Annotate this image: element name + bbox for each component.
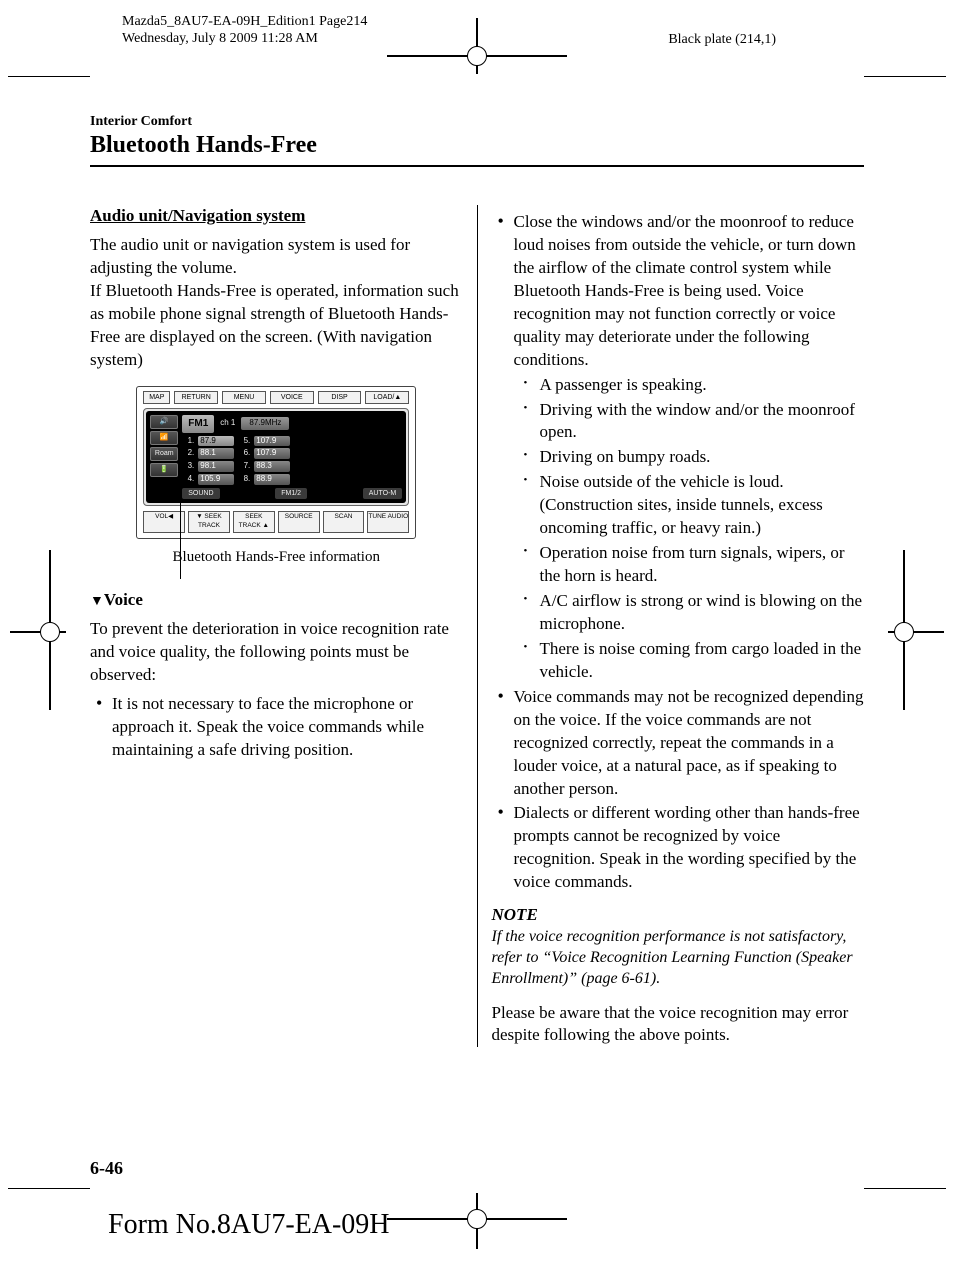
section-heading: Interior Comfort Bluetooth Hands-Free (90, 114, 864, 167)
radio-btn-tune: TUNE AUDIO (367, 511, 409, 533)
bullet-voice-not-recognized: Voice commands may not be recognized dep… (492, 686, 865, 801)
radio-figure: MAP RETURN MENU VOICE DISP LOAD/▲ 🔊 📶 Ro (136, 386, 416, 539)
bullet-dialects: Dialects or different wording other than… (492, 802, 865, 894)
registration-mark-left (10, 620, 66, 644)
page-area: Interior Comfort Bluetooth Hands-Free Au… (90, 76, 864, 1189)
heading-rule (90, 165, 864, 167)
form-number: Form No.8AU7-EA-09H (108, 1209, 390, 1241)
crop-mark (864, 76, 946, 77)
battery-icon: 🔋 (150, 463, 178, 477)
voice-bullets-right: Close the windows and/or the moonroof to… (492, 211, 865, 894)
callout-line (180, 448, 181, 579)
bt-info-icons: 🔊 📶 Roam 🔋 (150, 415, 178, 499)
registration-mark-bottom (467, 1193, 487, 1249)
sub-bumpy: Driving on bumpy roads. (514, 446, 865, 469)
audio-nav-para: The audio unit or navigation system is u… (90, 234, 463, 372)
roam-icon: Roam (150, 447, 178, 461)
voice-bullets-left: It is not necessary to face the micropho… (90, 693, 463, 762)
radio-btn-seek-up: SEEK TRACK ▲ (233, 511, 275, 533)
sub-window-open: Driving with the window and/or the moonr… (514, 399, 865, 445)
sound-label: SOUND (182, 488, 219, 499)
radio-btn-map: MAP (143, 391, 170, 404)
volume-icon: 🔊 (150, 415, 178, 429)
sub-cargo-noise: There is noise coming from cargo loaded … (514, 638, 865, 684)
section-small: Interior Comfort (90, 114, 864, 130)
page-number: 6-46 (90, 1158, 123, 1179)
fm-toggle-label: FM1/2 (275, 488, 307, 499)
freq-label: 87.9MHz (241, 417, 289, 430)
doc-id-line: Mazda5_8AU7-EA-09H_Edition1 Page214 (122, 14, 367, 31)
radio-btn-menu: MENU (222, 391, 266, 404)
crop-mark (8, 76, 90, 77)
radio-btn-disp: DISP (318, 391, 362, 404)
sub-passenger: A passenger is speaking. (514, 374, 865, 397)
bullet-face-mic: It is not necessary to face the micropho… (90, 693, 463, 762)
left-column: Audio unit/Navigation system The audio u… (90, 205, 477, 1047)
radio-top-buttons: MAP RETURN MENU VOICE DISP LOAD/▲ (139, 389, 413, 406)
print-meta: Mazda5_8AU7-EA-09H_Edition1 Page214 Wedn… (122, 14, 367, 48)
radio-btn-scan: SCAN (323, 511, 365, 533)
radio-btn-source: SOURCE (278, 511, 320, 533)
voice-subhead: ▼Voice (90, 589, 463, 612)
sub-ac-airflow: A/C airflow is strong or wind is blowing… (514, 590, 865, 636)
radio-btn-vol: VOL◀ (143, 511, 185, 533)
date-line: Wednesday, July 8 2009 11:28 AM (122, 31, 367, 48)
registration-mark-top (467, 18, 487, 74)
registration-mark-right (888, 620, 944, 644)
preset-grid: 1.87.9 5.107.9 2.88.1 6.107.9 3.98.1 7.8… (182, 436, 402, 485)
conditions-sublist: A passenger is speaking. Driving with th… (514, 374, 865, 684)
crop-mark (8, 1188, 90, 1189)
note-head: NOTE (492, 904, 865, 927)
radio-btn-load: LOAD/▲ (365, 391, 409, 404)
plate-info: Black plate (214,1) (668, 32, 776, 48)
band-label: FM1 (182, 415, 214, 433)
bullet-close-windows: Close the windows and/or the moonroof to… (492, 211, 865, 684)
crop-mark (864, 1188, 946, 1189)
radio-btn-voice: VOICE (270, 391, 314, 404)
channel-label: ch 1 (220, 418, 235, 429)
right-column: Close the windows and/or the moonroof to… (477, 205, 865, 1047)
voice-intro: To prevent the deterioration in voice re… (90, 618, 463, 687)
section-large: Bluetooth Hands-Free (90, 132, 864, 159)
closing-para: Please be aware that the voice recogniti… (492, 1002, 865, 1048)
radio-screen: 🔊 📶 Roam 🔋 FM1 ch 1 87.9MHz (146, 411, 406, 503)
signal-icon: 📶 (150, 431, 178, 445)
columns: Audio unit/Navigation system The audio u… (90, 205, 864, 1047)
voice-label: Voice (104, 590, 143, 609)
audio-nav-subhead: Audio unit/Navigation system (90, 205, 463, 228)
sub-op-noise: Operation noise from turn signals, wiper… (514, 542, 865, 588)
radio-btn-return: RETURN (174, 391, 218, 404)
triangle-icon: ▼ (90, 594, 104, 609)
bullet-close-windows-text: Close the windows and/or the moonroof to… (514, 212, 856, 369)
figure-caption: Bluetooth Hands-Free information (90, 547, 463, 567)
sub-outside-noise: Noise outside of the vehicle is loud. (C… (514, 471, 865, 540)
note-body: If the voice recognition performance is … (492, 927, 865, 989)
radio-btn-seek-dn: ▼ SEEK TRACK (188, 511, 230, 533)
automem-label: AUTO-M (363, 488, 402, 499)
